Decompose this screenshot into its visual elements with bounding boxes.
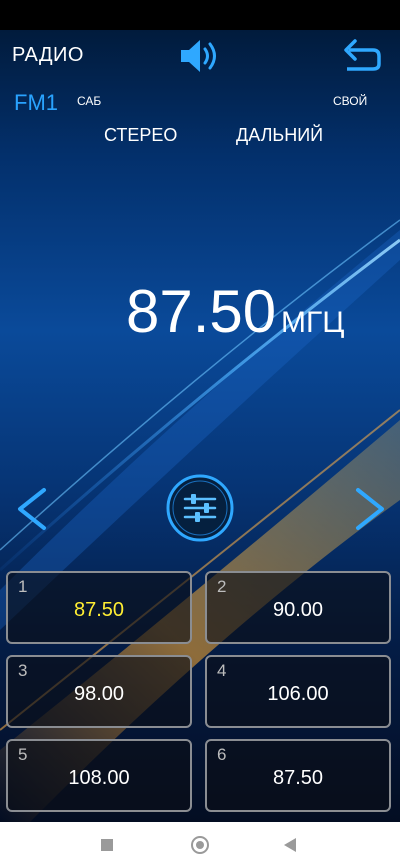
preset-button-6[interactable]: 6 87.50 bbox=[205, 739, 391, 812]
own-indicator: СВОЙ bbox=[333, 94, 368, 108]
sliders-icon[interactable] bbox=[165, 473, 235, 543]
frequency-unit: МГЦ bbox=[281, 306, 345, 339]
system-nav-bar bbox=[0, 822, 400, 867]
preset-frequency: 106.00 bbox=[267, 683, 329, 705]
return-arrow-icon[interactable] bbox=[341, 38, 383, 74]
preset-button-4[interactable]: 4 106.00 bbox=[205, 655, 391, 728]
stereo-indicator: СТЕРЕО bbox=[104, 125, 178, 145]
home-icon[interactable] bbox=[191, 836, 209, 854]
preset-number: 4 bbox=[217, 661, 227, 680]
band-label[interactable]: FM1 bbox=[14, 90, 58, 116]
chevron-right-icon[interactable] bbox=[350, 486, 390, 532]
back-triangle-icon[interactable] bbox=[284, 838, 296, 852]
preset-number: 6 bbox=[217, 745, 227, 764]
frequency-display: 87.50 bbox=[126, 278, 277, 345]
preset-frequency: 108.00 bbox=[68, 767, 130, 789]
chevron-left-icon[interactable] bbox=[12, 486, 52, 532]
preset-button-2[interactable]: 2 90.00 bbox=[205, 571, 391, 644]
recents-icon[interactable] bbox=[101, 839, 113, 851]
preset-button-5[interactable]: 5 108.00 bbox=[6, 739, 192, 812]
top-bar: РАДИО bbox=[0, 30, 400, 90]
preset-frequency: 98.00 bbox=[73, 683, 125, 705]
preset-number: 1 bbox=[18, 577, 28, 596]
dx-indicator: ДАЛЬНИЙ bbox=[236, 125, 324, 145]
radio-screen: РАДИО FM1 САБ СВОЙ СТЕРЕО ДАЛЬНИЙ 87.50 … bbox=[0, 30, 400, 822]
status-bar bbox=[0, 0, 400, 30]
preset-button-3[interactable]: 3 98.00 bbox=[6, 655, 192, 728]
preset-frequency: 87.50 bbox=[272, 767, 324, 789]
preset-number: 2 bbox=[217, 577, 227, 596]
preset-number: 5 bbox=[18, 745, 28, 764]
preset-frequency: 90.00 bbox=[272, 599, 324, 621]
page-title: РАДИО bbox=[12, 44, 84, 66]
sab-indicator: САБ bbox=[77, 94, 102, 108]
preset-number: 3 bbox=[18, 661, 28, 680]
speaker-icon[interactable] bbox=[178, 36, 222, 76]
preset-frequency: 87.50 bbox=[73, 599, 125, 621]
preset-button-1[interactable]: 1 87.50 bbox=[6, 571, 192, 644]
